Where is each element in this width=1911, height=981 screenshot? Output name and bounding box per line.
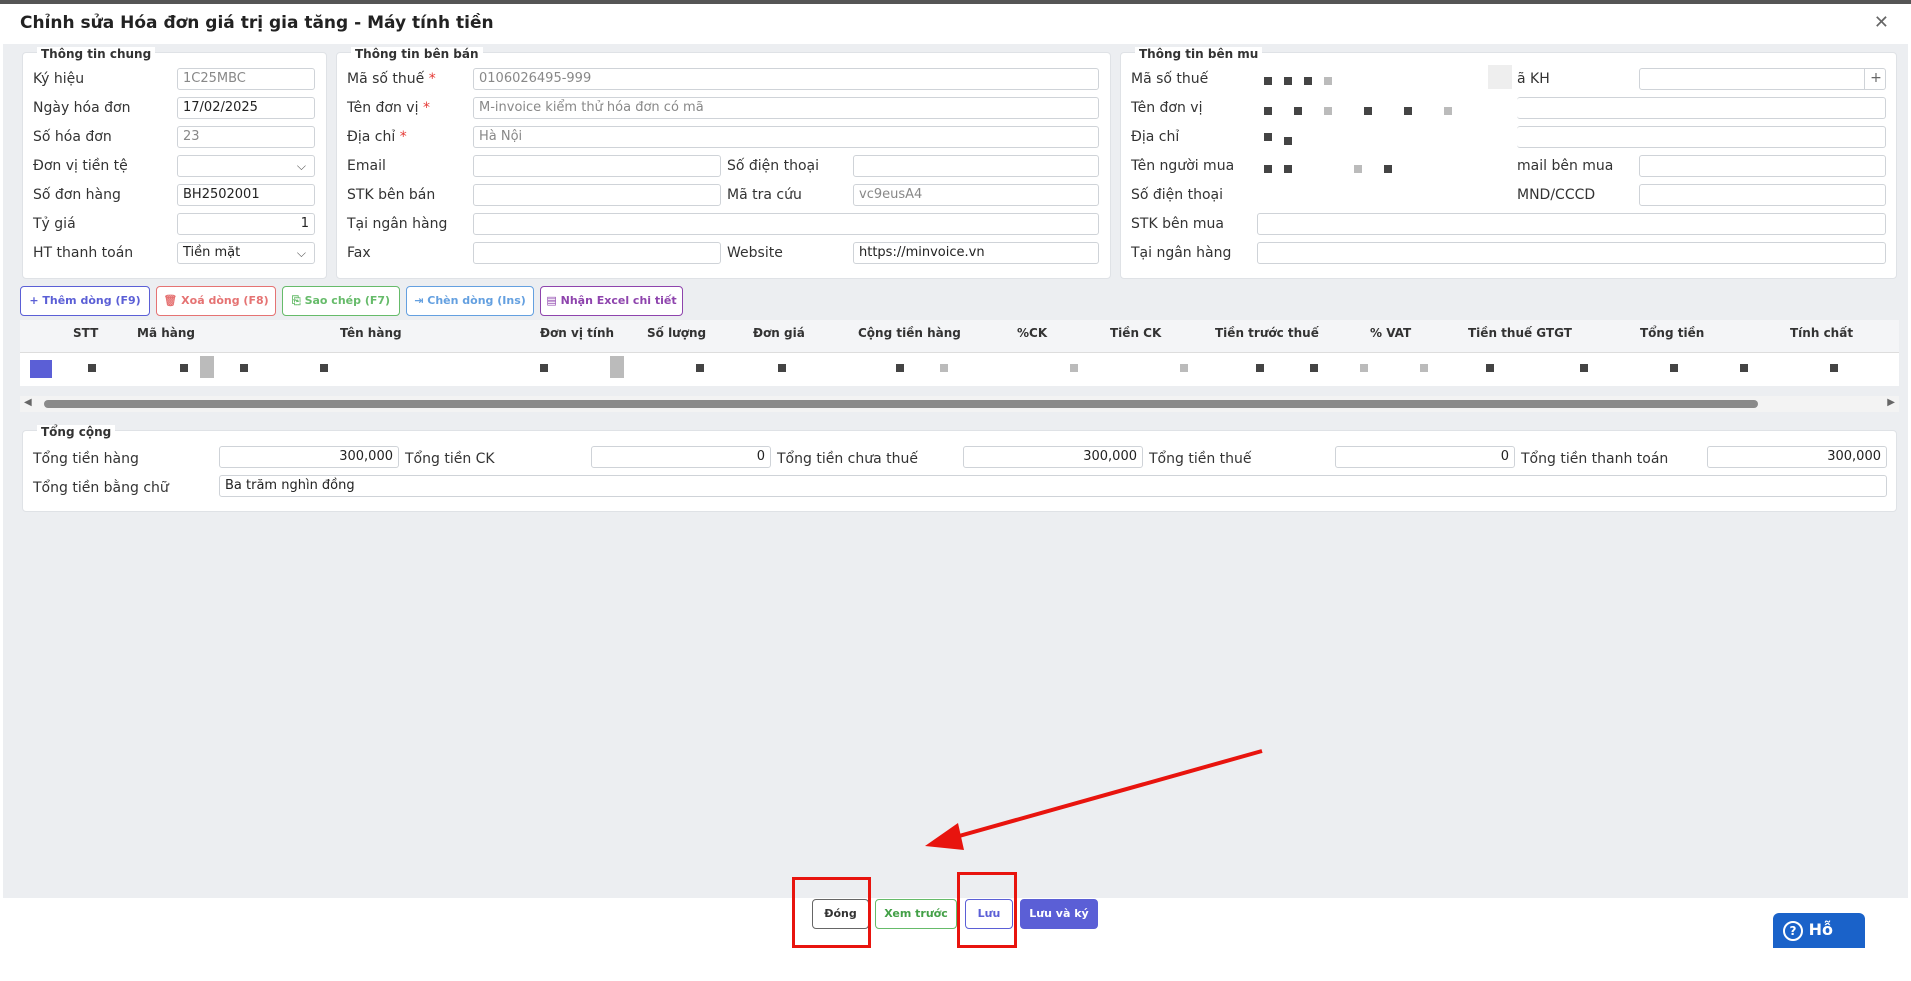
arrow-head bbox=[925, 823, 964, 850]
annotation-arrow bbox=[925, 749, 1263, 850]
support-button[interactable]: ? Hỗ trợ bbox=[1773, 913, 1865, 973]
annotation-box-close bbox=[792, 877, 871, 948]
annotation-box-save bbox=[957, 872, 1017, 948]
preview-button[interactable]: Xem trước bbox=[875, 899, 957, 929]
arrow-shaft bbox=[951, 749, 1263, 840]
support-label: Hỗ trợ bbox=[1773, 920, 1833, 973]
save-and-sign-button[interactable]: Lưu và ký bbox=[1020, 899, 1098, 929]
help-icon: ? bbox=[1783, 920, 1803, 941]
